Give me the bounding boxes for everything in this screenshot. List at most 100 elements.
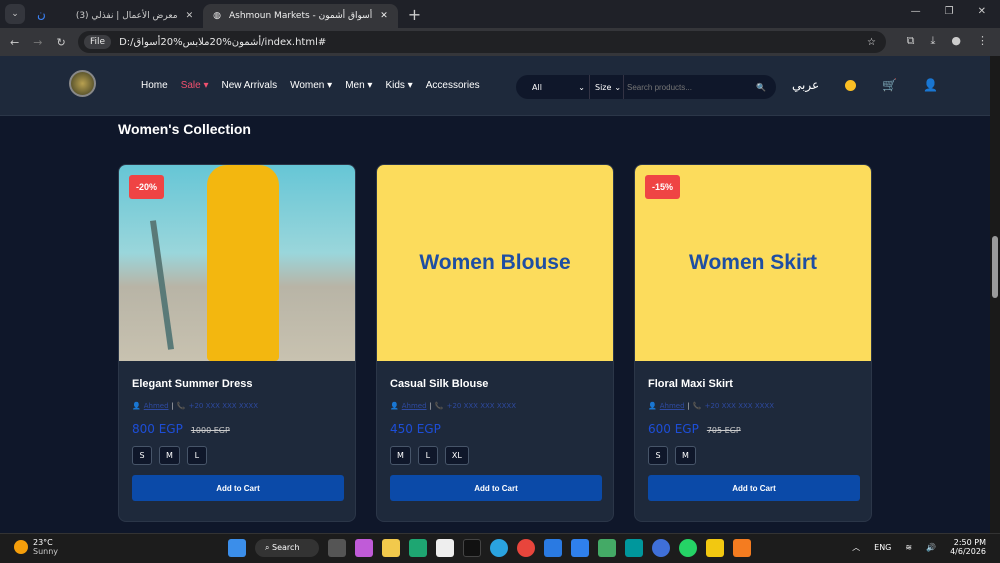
powerbi-icon[interactable] bbox=[706, 539, 724, 557]
theme-toggle-icon[interactable] bbox=[845, 80, 856, 91]
star-icon[interactable]: ☆ bbox=[867, 37, 876, 48]
chevron-down-icon: ⌄ bbox=[578, 83, 585, 92]
seller-phone[interactable]: +20 XXX XXX XXXX bbox=[447, 402, 516, 410]
url-field[interactable]: FileD:/أشمون%20ملابس%20أسواق/index.html#… bbox=[78, 31, 886, 53]
category-select[interactable]: All ⌄ bbox=[516, 75, 590, 99]
whatsapp-icon[interactable] bbox=[679, 539, 697, 557]
chevron-down-icon: ⌄ bbox=[614, 83, 621, 92]
cart-icon[interactable]: 🛒 bbox=[882, 78, 897, 92]
nav-home[interactable]: Home bbox=[141, 80, 168, 91]
add-to-cart-button[interactable]: Add to Cart bbox=[648, 475, 860, 501]
copilot-icon[interactable] bbox=[355, 539, 373, 557]
nav-women[interactable]: Women ▾ bbox=[290, 80, 332, 91]
seller-link[interactable]: Ahmed bbox=[402, 402, 427, 410]
input-language[interactable]: ENG bbox=[874, 543, 891, 552]
arduino-icon[interactable] bbox=[625, 539, 643, 557]
search-input[interactable] bbox=[624, 83, 754, 92]
product-image-text: Women Blouse bbox=[419, 251, 570, 275]
size-option[interactable]: L bbox=[187, 446, 207, 465]
language-toggle[interactable]: عربي bbox=[792, 78, 819, 92]
site-logo[interactable] bbox=[69, 70, 96, 97]
size-option[interactable]: XL bbox=[445, 446, 469, 465]
weather-icon bbox=[14, 540, 28, 554]
weather-text: Sunny bbox=[33, 547, 58, 556]
windows-start-icon[interactable] bbox=[228, 539, 246, 557]
tray-chevron-icon[interactable]: ︿ bbox=[852, 542, 860, 553]
size-option[interactable]: L bbox=[418, 446, 438, 465]
restore-icon[interactable]: ❐ bbox=[945, 6, 954, 17]
product-name: Elegant Summer Dress bbox=[132, 378, 342, 390]
volume-icon[interactable]: 🔊 bbox=[926, 543, 936, 552]
edge-icon[interactable] bbox=[409, 539, 427, 557]
seller-phone[interactable]: +20 XXX XXX XXXX bbox=[189, 402, 258, 410]
date: 4/6/2026 bbox=[950, 547, 986, 556]
app-icon[interactable] bbox=[598, 539, 616, 557]
size-option[interactable]: M bbox=[675, 446, 696, 465]
wifi-icon[interactable]: ≋ bbox=[905, 543, 912, 552]
scrollbar-thumb[interactable] bbox=[992, 236, 998, 298]
file-chip[interactable]: File bbox=[84, 35, 111, 49]
store-icon[interactable] bbox=[436, 539, 454, 557]
product-image[interactable]: Women Skirt -15% bbox=[635, 165, 871, 361]
product-image[interactable]: -20% bbox=[119, 165, 355, 361]
taskbar-search[interactable]: ⌕ Search bbox=[255, 539, 319, 557]
extensions-icon[interactable]: ⧉ bbox=[907, 34, 915, 48]
category-value: All bbox=[532, 83, 542, 92]
seller-link[interactable]: Ahmed bbox=[144, 402, 169, 410]
tiktok-icon[interactable] bbox=[463, 539, 481, 557]
seller-link[interactable]: Ahmed bbox=[660, 402, 685, 410]
nav-accessories[interactable]: Accessories bbox=[426, 80, 480, 91]
nav-kids[interactable]: Kids ▾ bbox=[385, 80, 412, 91]
phone-icon: 📞 bbox=[177, 402, 186, 410]
new-tab-button[interactable]: + bbox=[408, 5, 421, 24]
search-icon[interactable]: 🔍 bbox=[756, 83, 766, 92]
size-select[interactable]: Size⌄ bbox=[590, 75, 624, 99]
close-icon[interactable]: ✕ bbox=[380, 11, 388, 21]
minimize-icon[interactable]: — bbox=[911, 6, 921, 17]
size-option[interactable]: S bbox=[648, 446, 668, 465]
discount-badge: -15% bbox=[645, 175, 680, 199]
vlc-icon[interactable] bbox=[733, 539, 751, 557]
tab-ashmoun[interactable]: ◍Ashmoun Markets - أسواق أشمون✕ bbox=[203, 4, 398, 28]
seller-phone[interactable]: +20 XXX XXX XXXX bbox=[705, 402, 774, 410]
tab-list-button[interactable]: ⌄ bbox=[5, 4, 25, 24]
task-view-icon[interactable] bbox=[328, 539, 346, 557]
product-name: Casual Silk Blouse bbox=[390, 378, 600, 390]
vscode-icon[interactable] bbox=[571, 539, 589, 557]
weather-widget[interactable]: 23°CSunny bbox=[14, 538, 58, 556]
back-icon[interactable]: ← bbox=[10, 36, 19, 49]
size-option[interactable]: S bbox=[132, 446, 152, 465]
reload-icon[interactable]: ↻ bbox=[56, 36, 65, 49]
download-icon[interactable]: ⤓ bbox=[931, 34, 936, 48]
add-to-cart-button[interactable]: Add to Cart bbox=[132, 475, 344, 501]
size-option[interactable]: M bbox=[159, 446, 180, 465]
product-image[interactable]: Women Blouse bbox=[377, 165, 613, 361]
size-option[interactable]: M bbox=[390, 446, 411, 465]
forward-icon[interactable]: → bbox=[33, 36, 42, 49]
telegram-icon[interactable] bbox=[490, 539, 508, 557]
discount-badge: -20% bbox=[129, 175, 164, 199]
close-window-icon[interactable]: ✕ bbox=[978, 6, 986, 17]
add-to-cart-button[interactable]: Add to Cart bbox=[390, 475, 602, 501]
tab-portfolio[interactable]: (3) معرض الأعمال | نفذلي✕ bbox=[66, 4, 203, 28]
file-explorer-icon[interactable] bbox=[382, 539, 400, 557]
nav-men[interactable]: Men ▾ bbox=[345, 80, 372, 91]
chrome-icon[interactable] bbox=[517, 539, 535, 557]
user-icon[interactable]: 👤 bbox=[923, 78, 938, 92]
menu-icon[interactable]: ⋮ bbox=[977, 34, 988, 48]
nav-new-arrivals[interactable]: New Arrivals bbox=[222, 80, 278, 91]
app-icon[interactable] bbox=[544, 539, 562, 557]
app-icon[interactable] bbox=[652, 539, 670, 557]
model-figure bbox=[207, 165, 279, 361]
price: 600 EGP bbox=[648, 422, 699, 436]
app-icon: ن bbox=[37, 7, 46, 21]
page-scrollbar[interactable] bbox=[990, 56, 1000, 533]
product-image-text: Women Skirt bbox=[689, 251, 817, 275]
nav-sale[interactable]: Sale ▾ bbox=[181, 80, 209, 91]
profile-icon[interactable]: ● bbox=[951, 34, 961, 48]
size-value: Size bbox=[595, 83, 611, 92]
browser-tab-bar: ⌄ ن (3) معرض الأعمال | نفذلي✕ ◍Ashmoun M… bbox=[0, 0, 1000, 28]
close-icon[interactable]: ✕ bbox=[186, 11, 194, 21]
temperature: 23°C bbox=[33, 538, 58, 547]
clock[interactable]: 2:50 PM4/6/2026 bbox=[950, 538, 986, 556]
